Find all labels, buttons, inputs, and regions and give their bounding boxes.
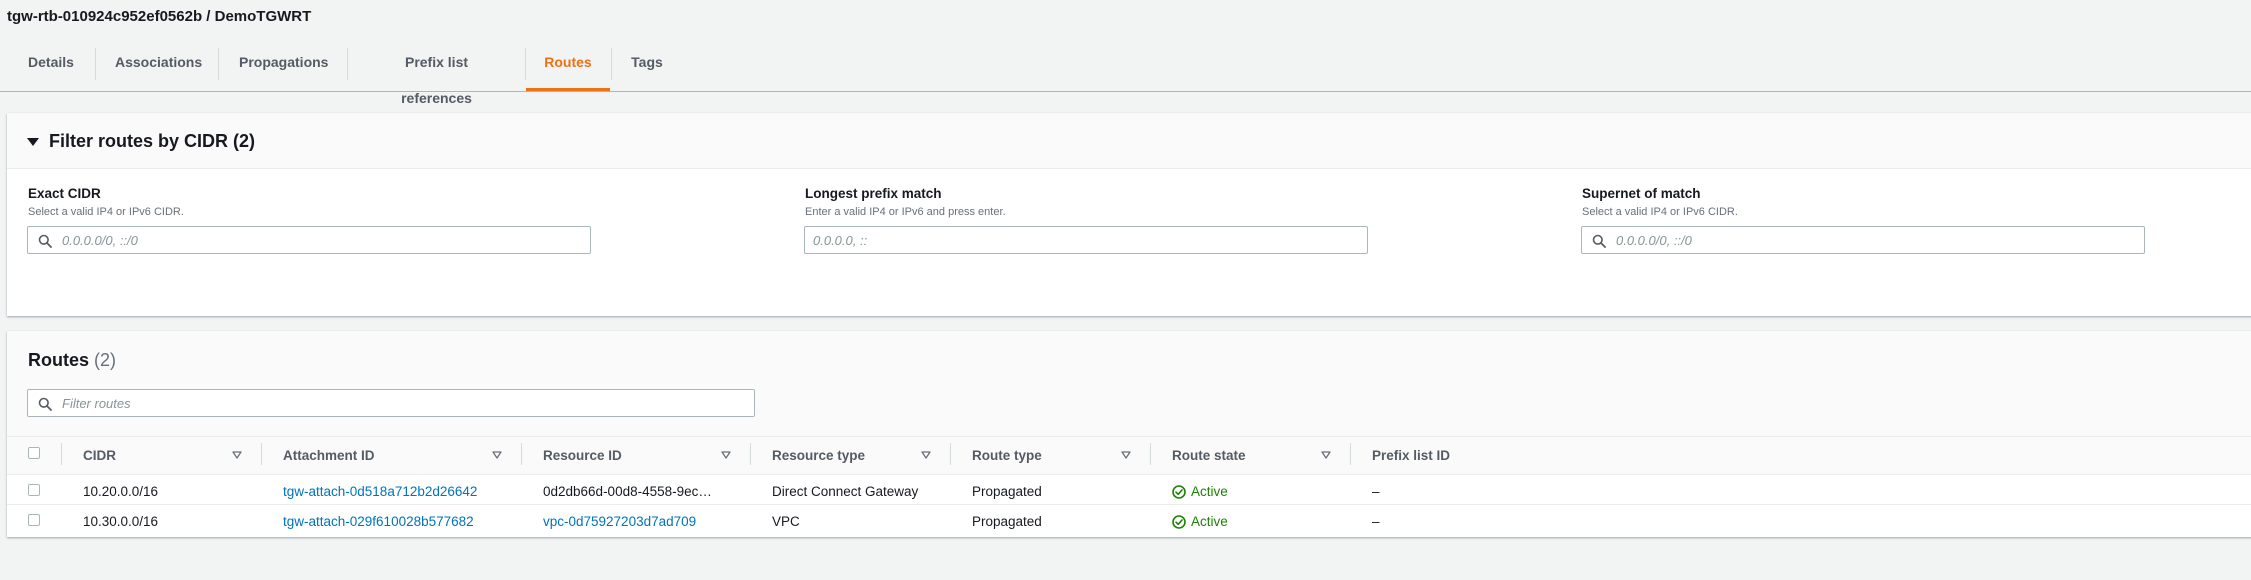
longest-prefix-input[interactable] — [805, 227, 1367, 253]
tab-separator — [95, 48, 96, 80]
column-header-route-state[interactable]: Route state — [1172, 448, 1246, 463]
exact-cidr-label: Exact CIDR — [28, 186, 101, 201]
column-header-resource-type[interactable]: Resource type — [772, 448, 865, 463]
exact-cidr-field — [27, 226, 591, 254]
supernet-match-label: Supernet of match — [1582, 186, 1701, 201]
check-circle-icon — [1172, 515, 1186, 529]
tab-prefix-list-references[interactable]: Prefix list references — [368, 44, 505, 106]
column-separator — [61, 443, 62, 465]
cell-cidr: 10.30.0.0/16 — [83, 514, 159, 529]
column-separator — [521, 443, 522, 465]
sort-caret-icon[interactable] — [232, 450, 242, 460]
filter-panel-title[interactable]: Filter routes by CIDR (2) — [49, 131, 255, 152]
tab-details[interactable]: Details — [28, 44, 74, 90]
check-circle-icon — [1172, 485, 1186, 499]
row-checkbox[interactable] — [28, 514, 40, 526]
routes-count: (2) — [94, 350, 117, 370]
tab-tags[interactable]: Tags — [631, 44, 663, 90]
tab-separator — [218, 48, 219, 80]
cell-prefix-list-id: – — [1372, 484, 1380, 499]
filter-routes-panel: Filter routes by CIDR (2) Exact CIDR Sel… — [7, 113, 2251, 316]
sort-caret-icon[interactable] — [721, 450, 731, 460]
cell-route-state: Active — [1191, 514, 1228, 529]
cell-cidr: 10.20.0.0/16 — [83, 484, 159, 499]
tab-associations[interactable]: Associations — [115, 44, 202, 90]
supernet-match-hint: Select a valid IP4 or IPv6 CIDR. — [1582, 206, 1738, 218]
tab-routes[interactable]: Routes — [526, 44, 610, 91]
panel-header — [7, 113, 2251, 169]
column-separator — [950, 443, 951, 465]
sort-caret-icon[interactable] — [921, 450, 931, 460]
cell-attachment-id-link[interactable]: tgw-attach-029f610028b577682 — [283, 514, 474, 529]
column-separator — [1350, 443, 1351, 465]
tab-separator — [611, 48, 612, 80]
row-divider — [7, 504, 2251, 505]
tab-propagations[interactable]: Propagations — [239, 44, 328, 90]
routes-panel: Routes (2) CIDR Attachment ID Resource I… — [7, 331, 2251, 537]
column-header-resource-id[interactable]: Resource ID — [543, 448, 622, 463]
column-header-attachment-id[interactable]: Attachment ID — [283, 448, 375, 463]
sort-caret-icon[interactable] — [492, 450, 502, 460]
column-separator — [261, 443, 262, 465]
supernet-match-input[interactable] — [1582, 227, 2144, 253]
filter-routes-input[interactable] — [28, 390, 754, 416]
exact-cidr-input[interactable] — [28, 227, 590, 253]
cell-resource-type: VPC — [772, 514, 800, 529]
caret-down-icon[interactable] — [27, 138, 39, 146]
filter-routes-field — [27, 389, 755, 417]
sort-caret-icon[interactable] — [1321, 450, 1331, 460]
panel-header — [7, 331, 2251, 436]
exact-cidr-hint: Select a valid IP4 or IPv6 CIDR. — [28, 206, 184, 218]
page-title: tgw-rtb-010924c952ef0562b / DemoTGWRT — [7, 8, 312, 25]
column-header-prefix-list-id[interactable]: Prefix list ID — [1372, 448, 1450, 463]
column-header-route-type[interactable]: Route type — [972, 448, 1042, 463]
supernet-match-field — [1581, 226, 2145, 254]
cell-resource-id: 0d2db66d-00d8-4558-9ec… — [543, 484, 712, 499]
cell-route-type: Propagated — [972, 484, 1042, 499]
longest-prefix-field — [804, 226, 1368, 254]
cell-resource-id-link[interactable]: vpc-0d75927203d7ad709 — [543, 514, 696, 529]
tab-bar: Details Associations Propagations Prefix… — [0, 44, 2251, 106]
tab-separator — [347, 48, 348, 80]
row-checkbox[interactable] — [28, 484, 40, 496]
select-all-checkbox[interactable] — [28, 447, 40, 459]
longest-prefix-label: Longest prefix match — [805, 186, 942, 201]
cell-resource-type: Direct Connect Gateway — [772, 484, 919, 499]
cell-route-type: Propagated — [972, 514, 1042, 529]
routes-title: Routes (2) — [28, 350, 116, 371]
routes-title-text: Routes — [28, 350, 90, 370]
column-separator — [750, 443, 751, 465]
sort-caret-icon[interactable] — [1121, 450, 1131, 460]
cell-prefix-list-id: – — [1372, 514, 1380, 529]
cell-attachment-id-link[interactable]: tgw-attach-0d518a712b2d26642 — [283, 484, 477, 499]
column-header-cidr[interactable]: CIDR — [83, 448, 116, 463]
column-separator — [1150, 443, 1151, 465]
longest-prefix-hint: Enter a valid IP4 or IPv6 and press ente… — [805, 206, 1006, 218]
cell-route-state: Active — [1191, 484, 1228, 499]
